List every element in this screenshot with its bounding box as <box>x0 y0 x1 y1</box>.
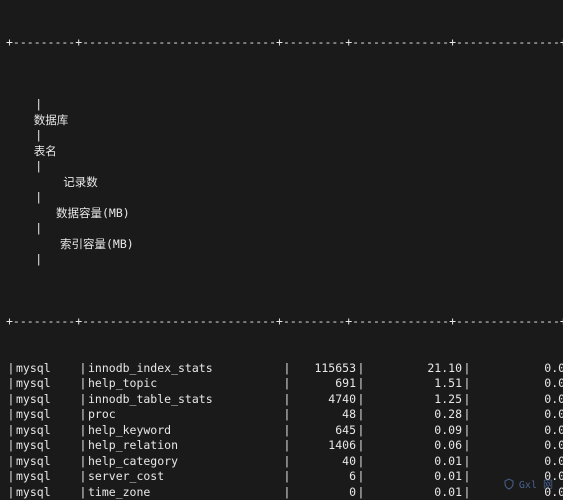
cell-name: help_relation <box>88 438 282 454</box>
cell-data: 1.25 <box>366 392 462 408</box>
cell-name: proc <box>88 407 282 423</box>
cell-rec: 6 <box>292 469 356 485</box>
cell-data: 0.06 <box>366 438 462 454</box>
cell-db: mysql <box>16 469 78 485</box>
cell-rec: 40 <box>292 454 356 470</box>
cell-db: mysql <box>16 376 78 392</box>
col-header-rec: 记录数 <box>34 175 98 191</box>
table-header-row: | 数据库 | 表名 | 记录数 | 数据容量(MB) | 索引容量(MB) | <box>6 82 561 284</box>
cell-name: innodb_table_stats <box>88 392 282 408</box>
cell-db: mysql <box>16 438 78 454</box>
table-row: |mysql|help_relation|1406|0.06|0.00| <box>6 438 561 454</box>
cell-idx: 0.07 <box>472 376 563 392</box>
terminal-output: +---------+----------------------------+… <box>0 0 563 500</box>
table-body: |mysql|innodb_index_stats|115653|21.10|0… <box>6 361 561 500</box>
cell-data: 0.01 <box>366 469 462 485</box>
cell-name: server_cost <box>88 469 282 485</box>
table-row: |mysql|help_topic|691|1.51|0.07| <box>6 376 561 392</box>
cell-name: innodb_index_stats <box>88 361 282 377</box>
cell-db: mysql <box>16 361 78 377</box>
cell-rec: 645 <box>292 423 356 439</box>
cell-data: 0.01 <box>366 485 462 500</box>
table-row: |mysql|server_cost|6|0.01|0.00| <box>6 469 561 485</box>
table-row: |mysql|help_keyword|645|0.09|0.07| <box>6 423 561 439</box>
cell-rec: 691 <box>292 376 356 392</box>
col-header-db: 数据库 <box>34 113 96 129</box>
table-row: |mysql|innodb_index_stats|115653|21.10|0… <box>6 361 561 377</box>
cell-db: mysql <box>16 407 78 423</box>
cell-rec: 0 <box>292 485 356 500</box>
table-row: |mysql|time_zone|0|0.01|0.00| <box>6 485 561 500</box>
cell-idx: 0.00 <box>472 438 563 454</box>
cell-data: 1.51 <box>366 376 462 392</box>
cell-db: mysql <box>16 392 78 408</box>
cell-idx: 0.00 <box>472 392 563 408</box>
table-row: |mysql|proc|48|0.28|0.00| <box>6 407 561 423</box>
cell-rec: 48 <box>292 407 356 423</box>
cell-data: 0.28 <box>366 407 462 423</box>
watermark-text: Gxl 网 <box>519 479 553 493</box>
table-border-top: +---------+----------------------------+… <box>6 35 561 51</box>
cell-rec: 115653 <box>292 361 356 377</box>
col-header-name: 表名 <box>34 144 228 160</box>
cell-data: 0.09 <box>366 423 462 439</box>
cell-name: time_zone <box>88 485 282 500</box>
col-header-idx: 索引容量(MB) <box>34 237 134 253</box>
cell-name: help_topic <box>88 376 282 392</box>
table-border-mid: +---------+----------------------------+… <box>6 314 561 330</box>
col-header-data: 数据容量(MB) <box>34 206 130 222</box>
cell-name: help_keyword <box>88 423 282 439</box>
cell-db: mysql <box>16 454 78 470</box>
cell-idx: 0.01 <box>472 454 563 470</box>
cell-idx: 0.00 <box>472 361 563 377</box>
cell-db: mysql <box>16 485 78 500</box>
table-row: |mysql|innodb_table_stats|4740|1.25|0.00… <box>6 392 561 408</box>
cell-idx: 0.00 <box>472 407 563 423</box>
cell-data: 0.01 <box>366 454 462 470</box>
watermark: Gxl 网 <box>503 478 553 495</box>
table-row: |mysql|help_category|40|0.01|0.01| <box>6 454 561 470</box>
cell-rec: 4740 <box>292 392 356 408</box>
cell-data: 21.10 <box>366 361 462 377</box>
shield-icon <box>503 478 515 495</box>
cell-name: help_category <box>88 454 282 470</box>
cell-db: mysql <box>16 423 78 439</box>
cell-rec: 1406 <box>292 438 356 454</box>
cell-idx: 0.07 <box>472 423 563 439</box>
